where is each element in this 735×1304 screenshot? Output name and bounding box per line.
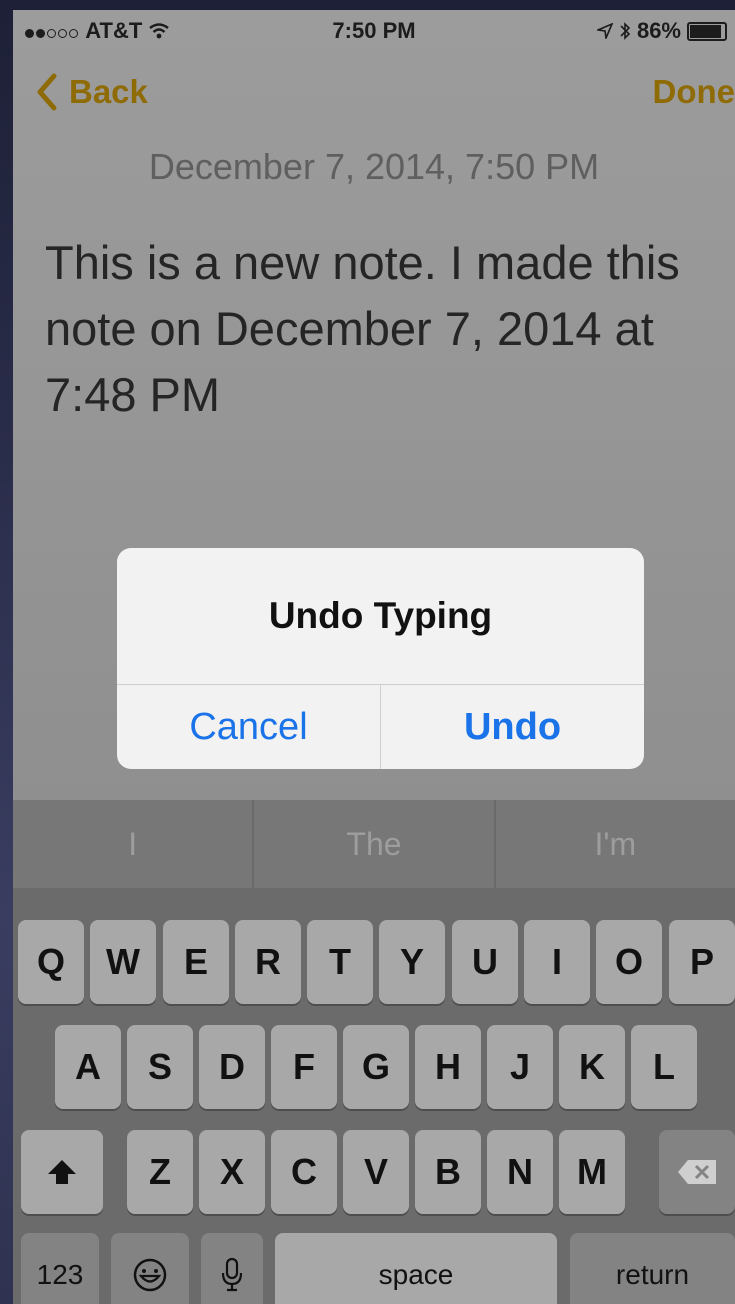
emoji-icon	[133, 1258, 167, 1292]
key-x[interactable]: X	[199, 1130, 265, 1214]
cancel-button[interactable]: Cancel	[117, 685, 380, 769]
key-i[interactable]: I	[524, 920, 590, 1004]
phone-screen: AT&T 7:50 PM 86% Back Done December 7, 2…	[13, 10, 735, 1304]
battery-percent: 86%	[636, 18, 681, 43]
key-z[interactable]: Z	[127, 1130, 193, 1214]
key-p[interactable]: P	[669, 920, 735, 1004]
key-g[interactable]: G	[343, 1025, 409, 1109]
key-t[interactable]: T	[307, 920, 373, 1004]
key-v[interactable]: V	[343, 1130, 409, 1214]
key-f[interactable]: F	[271, 1025, 337, 1109]
undo-button[interactable]: Undo	[381, 685, 644, 769]
key-m[interactable]: M	[559, 1130, 625, 1214]
key-j[interactable]: J	[487, 1025, 553, 1109]
key-b[interactable]: B	[415, 1130, 481, 1214]
delete-icon	[678, 1160, 716, 1184]
key-r[interactable]: R	[235, 920, 301, 1004]
battery-icon	[687, 21, 727, 41]
chevron-left-icon	[37, 73, 57, 111]
suggestion-item[interactable]: The	[254, 800, 496, 888]
bluetooth-icon	[620, 22, 631, 40]
back-label: Back	[69, 73, 148, 110]
key-y[interactable]: Y	[379, 920, 445, 1004]
status-right: 86%	[596, 18, 727, 44]
key-c[interactable]: C	[271, 1130, 337, 1214]
key-u[interactable]: U	[452, 920, 518, 1004]
key-k[interactable]: K	[559, 1025, 625, 1109]
emoji-key[interactable]	[111, 1233, 189, 1304]
key-l[interactable]: L	[631, 1025, 697, 1109]
suggestion-item[interactable]: I	[13, 800, 255, 888]
key-a[interactable]: A	[55, 1025, 121, 1109]
key-w[interactable]: W	[90, 920, 156, 1004]
undo-typing-alert: Undo Typing Cancel Undo	[117, 548, 644, 769]
dictation-key[interactable]	[201, 1233, 263, 1304]
suggestion-item[interactable]: I'm	[496, 800, 735, 888]
key-s[interactable]: S	[127, 1025, 193, 1109]
key-o[interactable]: O	[596, 920, 662, 1004]
key-e[interactable]: E	[163, 920, 229, 1004]
alert-title: Undo Typing	[268, 595, 493, 636]
key-d[interactable]: D	[199, 1025, 265, 1109]
numbers-key[interactable]: 123	[21, 1233, 99, 1304]
location-icon	[596, 23, 613, 39]
note-body[interactable]: This is a new note. I made this note on …	[45, 230, 715, 428]
note-date: December 7, 2014, 7:50 PM	[148, 146, 600, 187]
suggestion-bar: I The I'm	[13, 800, 735, 888]
return-key[interactable]: return	[570, 1233, 735, 1304]
keyboard: I The I'm Q W E R T Y U I O P A S D F G …	[13, 800, 735, 1304]
shift-icon	[48, 1160, 76, 1184]
key-h[interactable]: H	[415, 1025, 481, 1109]
key-n[interactable]: N	[487, 1130, 553, 1214]
done-button[interactable]: Done	[653, 70, 735, 114]
delete-key[interactable]	[659, 1130, 735, 1214]
battery-fill	[690, 24, 721, 38]
back-button[interactable]: Back	[35, 70, 148, 114]
microphone-icon	[221, 1257, 243, 1292]
key-q[interactable]: Q	[18, 920, 84, 1004]
space-key[interactable]: space	[275, 1233, 557, 1304]
shift-key[interactable]	[21, 1130, 103, 1214]
